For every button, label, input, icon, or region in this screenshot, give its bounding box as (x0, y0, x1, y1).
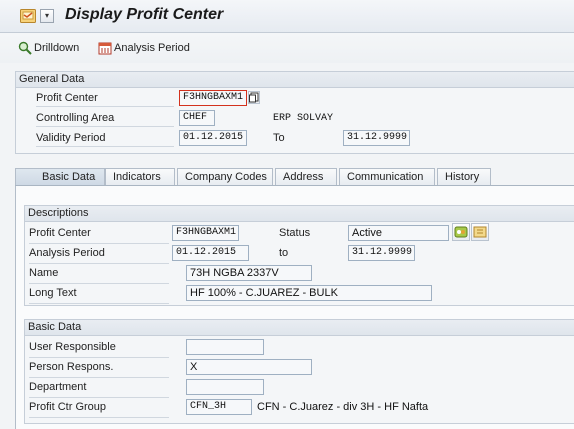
controlling-area-field[interactable]: CHEF (179, 110, 215, 126)
general-data-panel: General Data Profit Center F3HNGBAXM1 Co… (15, 71, 574, 154)
divider (29, 417, 169, 418)
status-details-icon[interactable] (471, 223, 489, 241)
general-data-header: General Data (16, 72, 574, 88)
descriptions-header: Descriptions (25, 206, 574, 222)
status-label: Status (279, 227, 311, 239)
validity-period-label: Validity Period (36, 132, 106, 144)
basic-data-panel: Basic Data User Responsible Person Respo… (24, 319, 574, 424)
divider (29, 263, 169, 264)
status-field[interactable]: Active (348, 225, 449, 241)
calendar-icon (98, 42, 112, 55)
tab-strip: Basic Data Indicators Company Codes Addr… (15, 168, 574, 186)
drilldown-button[interactable]: Drilldown (18, 40, 79, 56)
validity-from-field[interactable]: 01.12.2015 (179, 130, 247, 146)
department-field[interactable] (186, 379, 264, 395)
divider (36, 146, 174, 147)
user-responsible-field[interactable] (186, 339, 264, 355)
divider (29, 377, 169, 378)
controlling-area-description: ERP SOLVAY (273, 113, 334, 124)
tab-address[interactable]: Address (275, 168, 337, 186)
name-field[interactable]: 73H NGBA 2337V (186, 265, 312, 281)
profit-center-label: Profit Center (36, 92, 98, 104)
person-respons-label: Person Respons. (29, 361, 114, 373)
copy-icon[interactable] (248, 91, 260, 104)
divider (36, 126, 174, 127)
department-label: Department (29, 381, 87, 393)
long-text-field[interactable]: HF 100% - C.JUAREZ - BULK (186, 285, 432, 301)
profit-ctr-group-description: CFN - C.Juarez - div 3H - HF Nafta (257, 401, 429, 413)
analysis-period-button[interactable]: Analysis Period (98, 40, 190, 56)
divider (29, 357, 169, 358)
analysis-from-field[interactable]: 01.12.2015 (172, 245, 249, 261)
profit-ctr-group-label: Profit Ctr Group (29, 401, 107, 413)
user-responsible-label: User Responsible (29, 341, 116, 353)
divider (29, 243, 169, 244)
divider (29, 397, 169, 398)
menu-icon[interactable] (20, 8, 36, 24)
divider (36, 106, 174, 107)
validity-to-label: To (273, 132, 285, 144)
basic-data-header: Basic Data (25, 320, 574, 336)
drilldown-icon (18, 41, 32, 55)
tab-communication[interactable]: Communication (339, 168, 435, 186)
drilldown-label: Drilldown (34, 42, 80, 54)
tab-basic-data[interactable]: Basic Data (15, 168, 105, 186)
desc-profit-center-field[interactable]: F3HNGBAXM1 (172, 225, 239, 241)
divider (29, 303, 169, 304)
desc-profit-center-label: Profit Center (29, 227, 91, 239)
long-text-label: Long Text (29, 287, 77, 299)
menu-dropdown-icon[interactable]: ▾ (40, 9, 54, 23)
tab-company-codes[interactable]: Company Codes (177, 168, 273, 186)
activate-status-icon[interactable] (452, 223, 470, 241)
person-respons-field[interactable]: X (186, 359, 312, 375)
application-toolbar: Drilldown Analysis Period (0, 33, 574, 63)
profit-ctr-group-field[interactable]: CFN_3H (186, 399, 252, 415)
title-bar: ▾ Display Profit Center (0, 0, 574, 33)
analysis-to-label: to (279, 247, 289, 259)
controlling-area-label: Controlling Area (36, 112, 115, 124)
descriptions-panel: Descriptions Profit Center F3HNGBAXM1 St… (24, 205, 574, 306)
validity-to-field[interactable]: 31.12.9999 (343, 130, 410, 146)
analysis-period-label-field: Analysis Period (29, 247, 105, 259)
analysis-period-label: Analysis Period (114, 42, 190, 54)
page-title: Display Profit Center (65, 6, 224, 23)
divider (29, 283, 169, 284)
tab-indicators[interactable]: Indicators (105, 168, 175, 186)
profit-center-field[interactable]: F3HNGBAXM1 (179, 90, 247, 106)
name-label: Name (29, 267, 59, 279)
analysis-to-field[interactable]: 31.12.9999 (348, 245, 415, 261)
tab-history[interactable]: History (437, 168, 491, 186)
